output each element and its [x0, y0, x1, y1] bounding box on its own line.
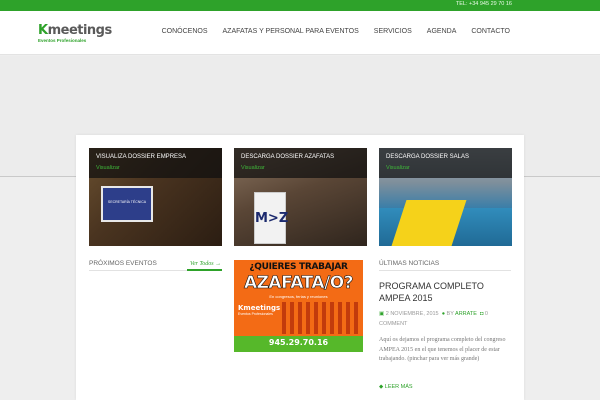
news-author-prefix: BY [446, 311, 454, 317]
read-more-label: LEER MÁS [384, 384, 413, 390]
site-logo[interactable]: Kmeetings Eventos Profesionales [38, 24, 112, 43]
news-meta: ▣ 2 NOVIEMBRE, 2015 ● BY ARRATE ◘ 0 COMM… [379, 309, 511, 329]
nav-item-agenda[interactable]: AGENDA [427, 28, 457, 35]
tile-link[interactable]: Visualizar [96, 165, 215, 171]
poster-line-3: En congresos, ferias y reuniones [269, 294, 328, 299]
tile-title: VISUALIZA DOSSIER EMPRESA [96, 154, 187, 160]
news-divider [379, 270, 511, 271]
tile-caption: VISUALIZA DOSSIER EMPRESA Visualizar [89, 148, 222, 178]
nav-item-contacto[interactable]: CONTACTO [471, 28, 510, 35]
logo-tagline: Eventos Profesionales [38, 38, 87, 43]
site-header: Kmeetings Eventos Profesionales CONÓCENO… [0, 11, 600, 55]
tile-caption: DESCARGA DOSSIER AZAFATAS Visualizar [234, 148, 367, 178]
nav-item-azafatas[interactable]: AZAFATAS Y PERSONAL PARA EVENTOS [223, 28, 359, 35]
news-section-title: ÚLTIMAS NOTICIAS [379, 260, 440, 267]
poster-logo-name: Kmeetings [238, 304, 281, 312]
tile-title: DESCARGA DOSSIER SALAS [386, 154, 470, 160]
tile-link[interactable]: Visualizar [241, 165, 360, 171]
events-title: PRÓXIMOS EVENTOS [89, 260, 157, 267]
tile-dossier-azafatas[interactable]: M>Z DESCARGA DOSSIER AZAFATAS Visualizar [234, 148, 367, 246]
poster-phone: 945.29.70.16 [268, 338, 329, 347]
main-nav: CONÓCENOS AZAFATAS Y PERSONAL PARA EVENT… [162, 28, 510, 35]
logo-accent: K [38, 23, 48, 38]
tile-dossier-salas[interactable]: DESCARGA DOSSIER SALAS Visualizar [379, 148, 512, 246]
poster-line-2: AZAFATA/O? [243, 273, 354, 294]
view-all-link[interactable]: Ver Todos → [190, 261, 221, 267]
nav-item-conocenos[interactable]: CONÓCENOS [162, 28, 208, 35]
tile-image-sign: SECRETARÍA TÉCNICA [101, 186, 153, 222]
chevron-right-icon: ◆ [379, 384, 384, 390]
user-icon: ● [441, 311, 446, 317]
poster-people-graphic [282, 302, 360, 334]
calendar-icon: ▣ [379, 311, 385, 317]
tile-image-sign: M>Z [254, 192, 289, 244]
poster-logo-sub: Eventos Profesionales [238, 312, 273, 316]
events-divider-accent [187, 269, 222, 271]
poster-logo: Kmeetings Eventos Profesionales [238, 304, 280, 316]
tile-title: DESCARGA DOSSIER AZAFATAS [241, 154, 335, 160]
tile-dossier-empresa[interactable]: SECRETARÍA TÉCNICA VISUALIZA DOSSIER EMP… [89, 148, 222, 246]
news-excerpt: Aquí os dejamos el programa completo del… [379, 337, 506, 362]
recruitment-poster[interactable]: ¿QUIERES TRABAJAR AZAFATA/O? En congreso… [234, 260, 363, 352]
news-post-title[interactable]: PROGRAMA COMPLETO AMPEA 2015 [379, 280, 514, 304]
tile-link[interactable]: Visualizar [386, 165, 505, 171]
sign-text: SECRETARÍA TÉCNICA [107, 200, 147, 204]
sign-text: M>Z [255, 211, 289, 226]
nav-item-servicios[interactable]: SERVICIOS [374, 28, 412, 35]
tile-caption: DESCARGA DOSSIER SALAS Visualizar [379, 148, 512, 178]
news-date: 2 NOVIEMBRE, 2015 [385, 311, 439, 317]
read-more-link[interactable]: ◆ LEER MÁS [379, 384, 413, 390]
news-author[interactable]: ARRATE [455, 311, 477, 317]
header-phone: TEL: +34 945 29 70 16 [455, 1, 512, 7]
comment-icon: ◘ [480, 311, 484, 317]
top-bar: TEL: +34 945 29 70 16 [0, 0, 600, 11]
poster-line-1: ¿QUIERES TRABAJAR [249, 262, 348, 272]
logo-name: meetings [47, 23, 113, 38]
